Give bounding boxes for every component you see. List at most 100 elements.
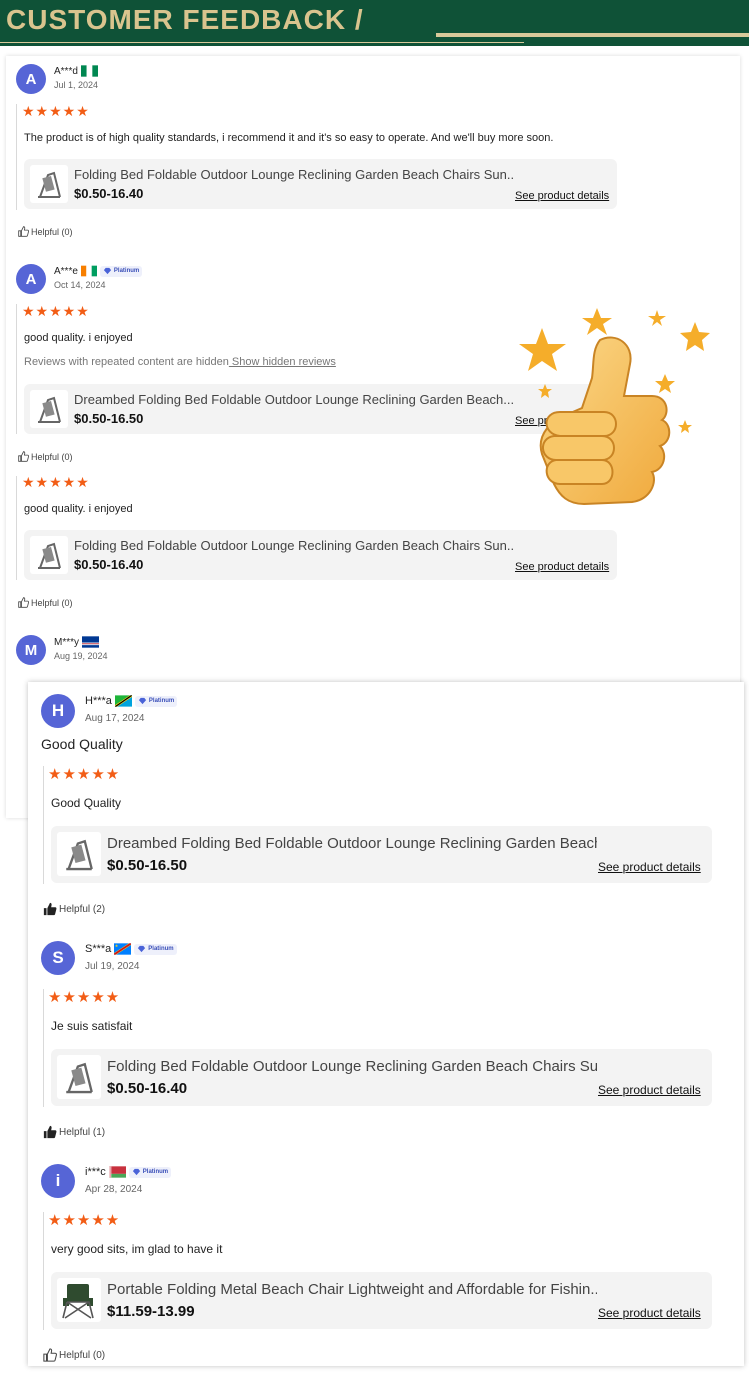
review-date: Oct 14, 2024 <box>54 280 106 290</box>
thumbs-up-icon <box>43 1348 57 1362</box>
helpful-button[interactable]: Helpful (0) <box>43 1348 105 1362</box>
banner-decor-line <box>436 33 749 37</box>
show-hidden-reviews-link[interactable]: Show hidden reviews <box>229 356 336 368</box>
beach-chair-icon <box>38 396 61 423</box>
product-thumbnail <box>57 1278 101 1322</box>
rating-stars: ★★★★★ <box>22 103 90 119</box>
review-divider <box>43 1212 44 1330</box>
platinum-label: Platinum <box>148 946 174 952</box>
beach-chair-icon <box>66 1062 93 1094</box>
diamond-icon <box>103 267 112 275</box>
avatar: H <box>41 694 75 728</box>
dr-congo-flag-icon <box>114 943 132 955</box>
avatar: M <box>16 635 46 665</box>
belarus-flag-icon <box>108 1166 126 1178</box>
helpful-button[interactable]: Helpful (0) <box>18 597 73 608</box>
platinum-badge: Platinum <box>134 695 178 707</box>
see-product-details-link[interactable]: See product details <box>598 1306 701 1320</box>
reviewer-name: A***d <box>54 65 98 77</box>
review-date: Apr 28, 2024 <box>85 1184 143 1195</box>
reviewer-name-text: i***c <box>85 1166 106 1178</box>
see-product-details-link[interactable]: See product details <box>598 1083 701 1097</box>
review-text: Good Quality <box>51 796 122 810</box>
reviewer-name-text: A***d <box>54 65 78 77</box>
platinum-badge: Platinum <box>134 943 177 955</box>
product-name: Portable Folding Metal Beach Chair Light… <box>107 1281 597 1298</box>
rating-stars: ★★★★★ <box>48 766 121 783</box>
product-card[interactable]: Portable Folding Metal Beach Chair Light… <box>51 1272 712 1329</box>
diamond-icon <box>138 697 147 705</box>
diamond-icon <box>132 1168 140 1176</box>
helpful-label: Helpful (0) <box>59 1349 106 1361</box>
review-divider <box>16 104 17 210</box>
review-divider <box>16 476 17 580</box>
review-text: The product is of high quality standards… <box>24 132 554 144</box>
banner-decor-line <box>0 42 524 43</box>
ivory-coast-flag-icon <box>80 265 97 277</box>
thumbs-up-icon <box>18 226 29 237</box>
product-name: Dreambed Folding Bed Foldable Outdoor Lo… <box>107 835 597 852</box>
platinum-label: Platinum <box>148 698 175 704</box>
see-product-details-link[interactable]: See product details <box>515 561 609 573</box>
see-product-details-link[interactable]: See product details <box>598 860 701 874</box>
review-date: Aug 17, 2024 <box>85 713 145 724</box>
thumbs-up-filled-icon <box>43 902 57 916</box>
nigeria-flag-icon <box>80 65 98 77</box>
thumbs-up-filled-icon <box>43 1125 57 1139</box>
platinum-badge: Platinum <box>99 265 143 277</box>
beach-chair-icon <box>66 839 93 871</box>
review-text: good quality. i enjoyed <box>24 503 133 515</box>
beach-chair-icon <box>38 542 61 569</box>
review-divider <box>16 304 17 434</box>
see-product-details-link[interactable]: See product details <box>515 190 609 202</box>
tanzania-flag-icon <box>114 695 132 707</box>
platinum-label: Platinum <box>113 268 140 274</box>
review-text: Je suis satisfait <box>51 1019 133 1033</box>
diamond-icon <box>138 945 146 953</box>
product-thumbnail <box>30 390 68 428</box>
reviewer-name-text: S***a <box>85 943 112 955</box>
helpful-button[interactable]: Helpful (2) <box>43 902 105 916</box>
avatar: i <box>41 1164 75 1198</box>
product-thumbnail <box>57 832 101 876</box>
product-price: $0.50-16.50 <box>107 857 188 874</box>
product-price: $0.50-16.50 <box>74 411 144 426</box>
rating-stars: ★★★★★ <box>22 303 90 319</box>
product-price: $0.50-16.40 <box>107 1080 188 1097</box>
review-text: good quality. i enjoyed <box>24 332 133 344</box>
review-headline: Good Quality <box>41 736 123 752</box>
helpful-button[interactable]: Helpful (0) <box>18 226 73 237</box>
review-text: very good sits, im glad to have it <box>51 1242 223 1256</box>
helpful-label: Helpful (0) <box>31 597 73 608</box>
review-date: Aug 19, 2024 <box>54 651 108 661</box>
reviewer-name: H***a Platinum <box>85 695 178 707</box>
product-price: $11.59-13.99 <box>107 1303 195 1320</box>
header-banner: CUSTOMER FEEDBACK / <box>0 0 749 46</box>
product-card[interactable]: Folding Bed Foldable Outdoor Lounge Recl… <box>24 530 617 580</box>
review-date: Jul 1, 2024 <box>54 80 99 90</box>
thumbs-up-icon <box>18 451 29 462</box>
rating-stars: ★★★★★ <box>48 1212 121 1229</box>
reviewer-name-text: A***e <box>54 265 78 277</box>
review-divider <box>43 766 44 884</box>
product-price: $0.50-16.40 <box>74 186 144 201</box>
camping-chair-icon <box>62 1284 94 1319</box>
reviewer-name: A***e Platinum <box>54 265 143 277</box>
rating-stars: ★★★★★ <box>48 989 121 1006</box>
product-card[interactable]: Dreambed Folding Bed Foldable Outdoor Lo… <box>51 826 712 883</box>
avatar: A <box>16 264 46 294</box>
banner-title: CUSTOMER FEEDBACK / <box>6 4 364 35</box>
product-card[interactable]: Folding Bed Foldable Outdoor Lounge Recl… <box>24 159 617 209</box>
product-name: Folding Bed Foldable Outdoor Lounge Recl… <box>74 538 514 553</box>
product-name: Folding Bed Foldable Outdoor Lounge Recl… <box>107 1058 597 1075</box>
helpful-button[interactable]: Helpful (1) <box>43 1125 105 1139</box>
review-list-front: H H***a Platinum Aug 17, 2024 Good Quali… <box>28 682 744 1366</box>
cape-verde-flag-icon <box>82 636 100 648</box>
helpful-label: Helpful (1) <box>59 1126 106 1138</box>
reviewer-name: i***c Platinum <box>85 1166 172 1178</box>
helpful-button[interactable]: Helpful (0) <box>18 451 73 462</box>
avatar: A <box>16 64 46 94</box>
platinum-badge: Platinum <box>128 1166 172 1178</box>
avatar: S <box>41 941 75 975</box>
product-card[interactable]: Folding Bed Foldable Outdoor Lounge Recl… <box>51 1049 712 1106</box>
